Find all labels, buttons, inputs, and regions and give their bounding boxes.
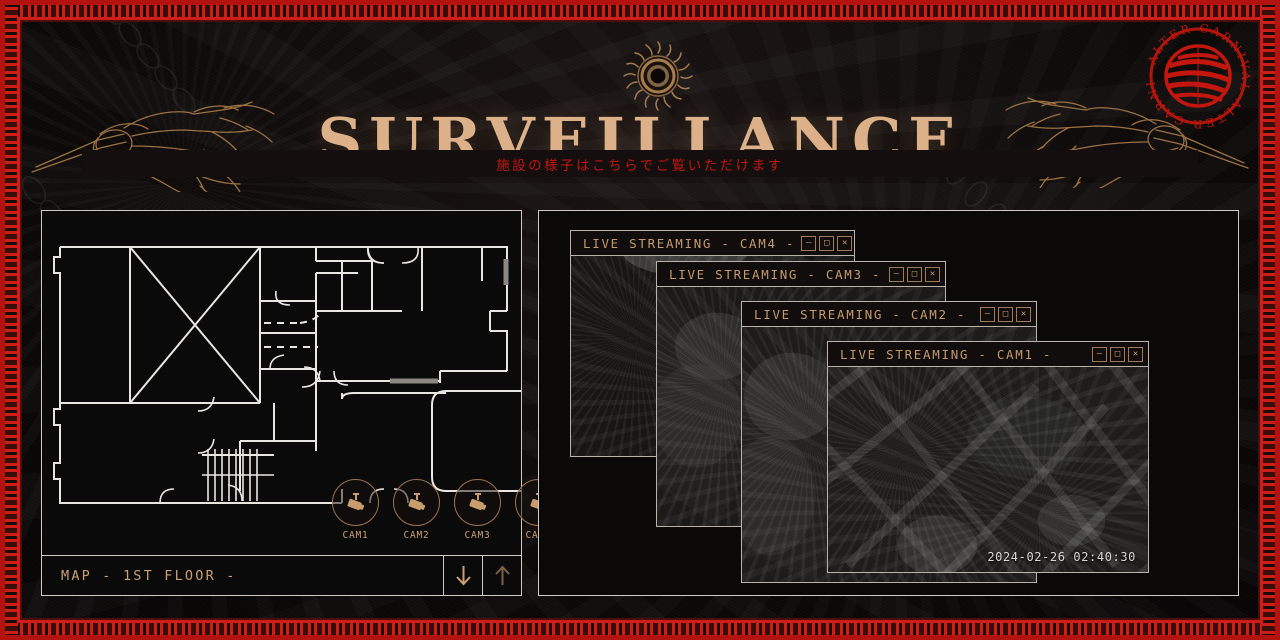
stream-window-title: LIVE STREAMING - CAM4 -	[583, 235, 796, 251]
minimize-button[interactable]: –	[801, 235, 817, 251]
camera-selector-row: CAM1 CAM2 CAM3	[332, 479, 562, 541]
window-controls: – □ ✕	[801, 235, 853, 251]
stream-feed-cam1: 2024-02-26 02:40:30	[828, 367, 1148, 572]
floor-down-button[interactable]	[443, 556, 482, 595]
frame-meander-right	[1262, 0, 1280, 640]
surveillance-page: SURVEILLANCE 施設の様子はこちらでご覧いただけます ALTER CA…	[0, 0, 1280, 640]
maximize-button[interactable]: □	[998, 306, 1013, 322]
maximize-button[interactable]: □	[1110, 346, 1125, 362]
stream-window-title: LIVE STREAMING - CAM1 -	[840, 346, 1053, 362]
stream-window-titlebar[interactable]: LIVE STREAMING - CAM4 - – □ ✕	[571, 231, 854, 256]
camera-chip-cam2[interactable]: CAM2	[393, 479, 440, 541]
window-controls: – □ ✕	[1092, 346, 1143, 362]
stream-panel: LIVE STREAMING - CAM4 - – □ ✕ LIVE STREA…	[538, 210, 1239, 596]
window-controls: – □ ✕	[889, 266, 940, 282]
stream-window-titlebar[interactable]: LIVE STREAMING - CAM2 - – □ ✕	[742, 302, 1036, 327]
camera-chip-label: CAM1	[342, 530, 369, 541]
cctv-camera-icon	[347, 492, 364, 510]
subtitle-band: 施設の様子はこちらでご覧いただけます	[82, 150, 1198, 177]
arrow-up-icon	[494, 565, 510, 585]
subtitle-text: 施設の様子はこちらでご覧いただけます	[496, 157, 784, 174]
minimize-button[interactable]: –	[889, 266, 904, 282]
camera-chip-circle	[332, 479, 379, 526]
camera-chip-circle	[393, 479, 440, 526]
window-controls: – □ ✕	[980, 306, 1031, 322]
map-footer: MAP - 1ST FLOOR -	[42, 555, 521, 595]
page-canvas: SURVEILLANCE 施設の様子はこちらでご覧いただけます ALTER CA…	[22, 22, 1258, 618]
stream-window-cam1[interactable]: LIVE STREAMING - CAM1 - – □ ✕ 2024-02-26…	[827, 341, 1149, 573]
maximize-button[interactable]: □	[907, 266, 922, 282]
minimize-button[interactable]: –	[980, 306, 995, 322]
stream-window-title: LIVE STREAMING - CAM2 -	[754, 306, 967, 322]
cctv-camera-icon	[408, 492, 425, 510]
camera-chip-label: CAM2	[403, 530, 430, 541]
camera-chip-circle	[454, 479, 501, 526]
feed-grain	[828, 367, 1148, 572]
map-panel: CAM1 CAM2 CAM3 MAP - 1ST FLOOR -	[41, 210, 562, 596]
close-button[interactable]: ✕	[1128, 346, 1143, 362]
close-button[interactable]: ✕	[1016, 306, 1031, 322]
close-button[interactable]: ✕	[925, 266, 940, 282]
alter-carnival-stamp: ALTER CARNIVAL ALTER CARNIVAL	[1134, 22, 1251, 131]
camera-chip-label: CAM3	[464, 530, 491, 541]
camera-chip-cam1[interactable]: CAM1	[332, 479, 379, 541]
stream-window-titlebar[interactable]: LIVE STREAMING - CAM1 - – □ ✕	[828, 342, 1148, 367]
page-header: SURVEILLANCE 施設の様子はこちらでご覧いただけます ALTER CA…	[22, 22, 1258, 202]
minimize-button[interactable]: –	[1092, 346, 1107, 362]
camera-chip-cam3[interactable]: CAM3	[454, 479, 501, 541]
frame-meander-bottom	[0, 622, 1280, 640]
map-floor-label: MAP - 1ST FLOOR -	[61, 567, 237, 584]
frame-meander-top	[0, 0, 1280, 18]
frame-meander-left	[0, 0, 18, 640]
close-button[interactable]: ✕	[837, 235, 853, 251]
stream-timestamp: 2024-02-26 02:40:30	[987, 550, 1136, 564]
cctv-camera-icon	[469, 492, 486, 510]
stream-window-titlebar[interactable]: LIVE STREAMING - CAM3 - – □ ✕	[657, 262, 945, 287]
maximize-button[interactable]: □	[819, 235, 835, 251]
floor-up-button[interactable]	[482, 556, 521, 595]
stream-window-title: LIVE STREAMING - CAM3 -	[669, 266, 882, 282]
arrow-down-icon	[455, 566, 471, 586]
